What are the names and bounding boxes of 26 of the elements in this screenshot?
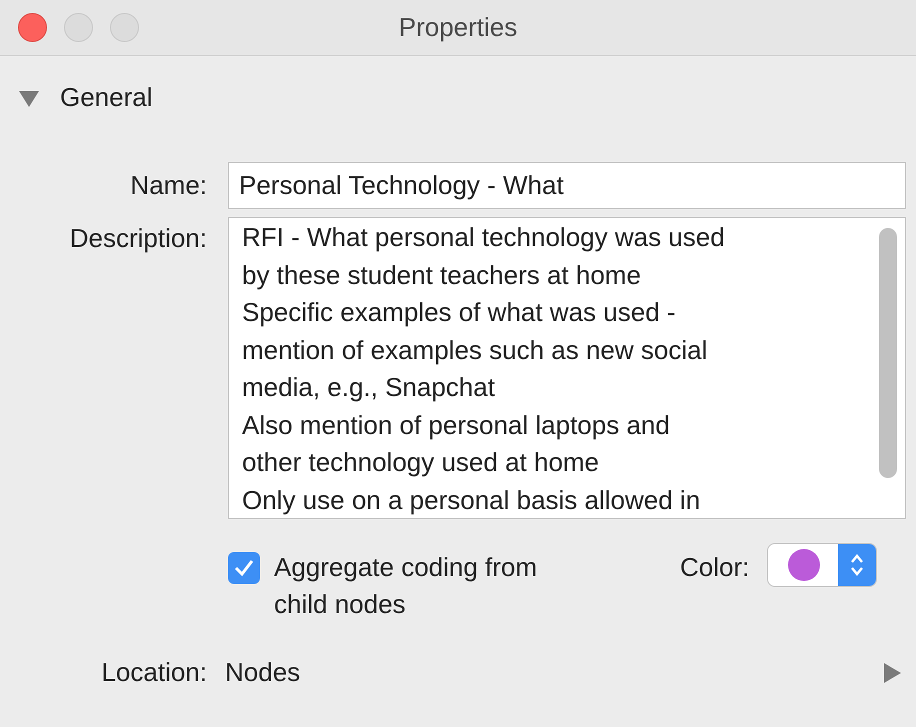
checkbox-label: Aggregate coding from child nodes — [274, 551, 538, 621]
description-line: Also mention of personal laptops and — [242, 408, 671, 442]
description-line: mention of examples such as new social — [242, 334, 708, 366]
description-line: by these student teachers at home — [242, 258, 642, 292]
close-button[interactable] — [18, 13, 47, 42]
color-label: Color: — [680, 551, 750, 584]
description-line: Specific examples of what was used - — [242, 296, 677, 329]
description-line: media, e.g., Snapchat — [242, 371, 496, 404]
description-field[interactable] — [228, 217, 906, 519]
disclosure-right-icon[interactable] — [882, 662, 902, 684]
description-line: RFI - What personal technology was used — [242, 221, 726, 254]
field-label: Name: — [129, 169, 207, 202]
scrollbar-thumb[interactable] — [879, 228, 897, 478]
name-field[interactable]: Personal Technology - What — [228, 162, 906, 209]
description-line: Only use on a personal basis allowed in — [242, 484, 702, 516]
field-label: Description: — [68, 222, 207, 255]
stepper[interactable] — [838, 544, 876, 586]
up-down-chevron-icon — [850, 553, 864, 577]
field-label: Location: — [100, 656, 207, 689]
section-title: General — [60, 81, 152, 114]
description-line: other technology used at home — [242, 446, 600, 479]
location-value: Nodes — [225, 656, 300, 689]
color-picker[interactable] — [767, 543, 878, 587]
checkmark-icon — [234, 559, 254, 577]
checkbox[interactable] — [228, 552, 260, 584]
window-title: Properties — [398, 11, 518, 44]
